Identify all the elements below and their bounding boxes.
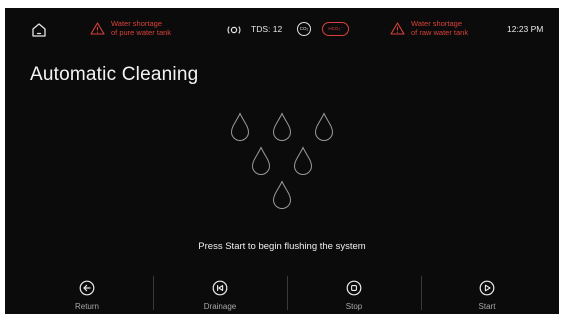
water-drop-icon <box>230 112 250 141</box>
pure-warning-line-2: of pure water tank <box>111 28 172 37</box>
drainage-button[interactable]: Drainage <box>160 274 280 314</box>
sensor-icon <box>227 26 241 34</box>
tds-reading: TDS: 12 <box>251 24 283 34</box>
divider <box>287 276 288 310</box>
water-drop-icon <box>314 112 334 141</box>
page-title: Automatic Cleaning <box>30 64 199 85</box>
co2-badge: CO₂ <box>297 22 311 36</box>
return-label: Return <box>74 302 99 311</box>
hco3-badge: HCO₃⁻ <box>322 22 349 36</box>
warning-triangle-icon <box>390 22 405 35</box>
play-circle-icon <box>479 280 495 296</box>
stop-label: Stop <box>345 302 363 311</box>
raw-warning-line-2: of raw water tank <box>411 28 469 37</box>
skip-back-circle-icon <box>212 280 228 296</box>
raw-warning-line-1: Water shortage <box>411 19 462 28</box>
return-button[interactable]: Return <box>27 274 147 314</box>
stop-button[interactable]: Stop <box>294 274 414 314</box>
start-button[interactable]: Start <box>427 274 547 314</box>
divider <box>153 276 154 310</box>
start-label: Start <box>478 302 496 311</box>
drainage-label: Drainage <box>203 302 237 311</box>
warning-triangle-icon <box>90 22 105 35</box>
home-icon[interactable] <box>31 22 47 38</box>
water-drop-icon <box>272 180 292 209</box>
water-drop-icon <box>251 146 271 175</box>
instruction-message: Press Start to begin flushing the system <box>198 241 366 252</box>
clock: 12:23 PM <box>507 24 544 34</box>
stop-circle-icon <box>346 280 362 296</box>
pure-warning-line-1: Water shortage <box>111 19 162 28</box>
raw-water-warning-text: Water shortage of raw water tank <box>411 19 468 37</box>
water-drop-icon <box>293 146 313 175</box>
water-drop-icon <box>272 112 292 141</box>
arrow-left-circle-icon <box>79 280 95 296</box>
divider <box>421 276 422 310</box>
cleaning-screen: Water shortage of pure water tank TDS: 1… <box>5 8 559 314</box>
pure-water-warning-text: Water shortage of pure water tank <box>111 19 171 37</box>
